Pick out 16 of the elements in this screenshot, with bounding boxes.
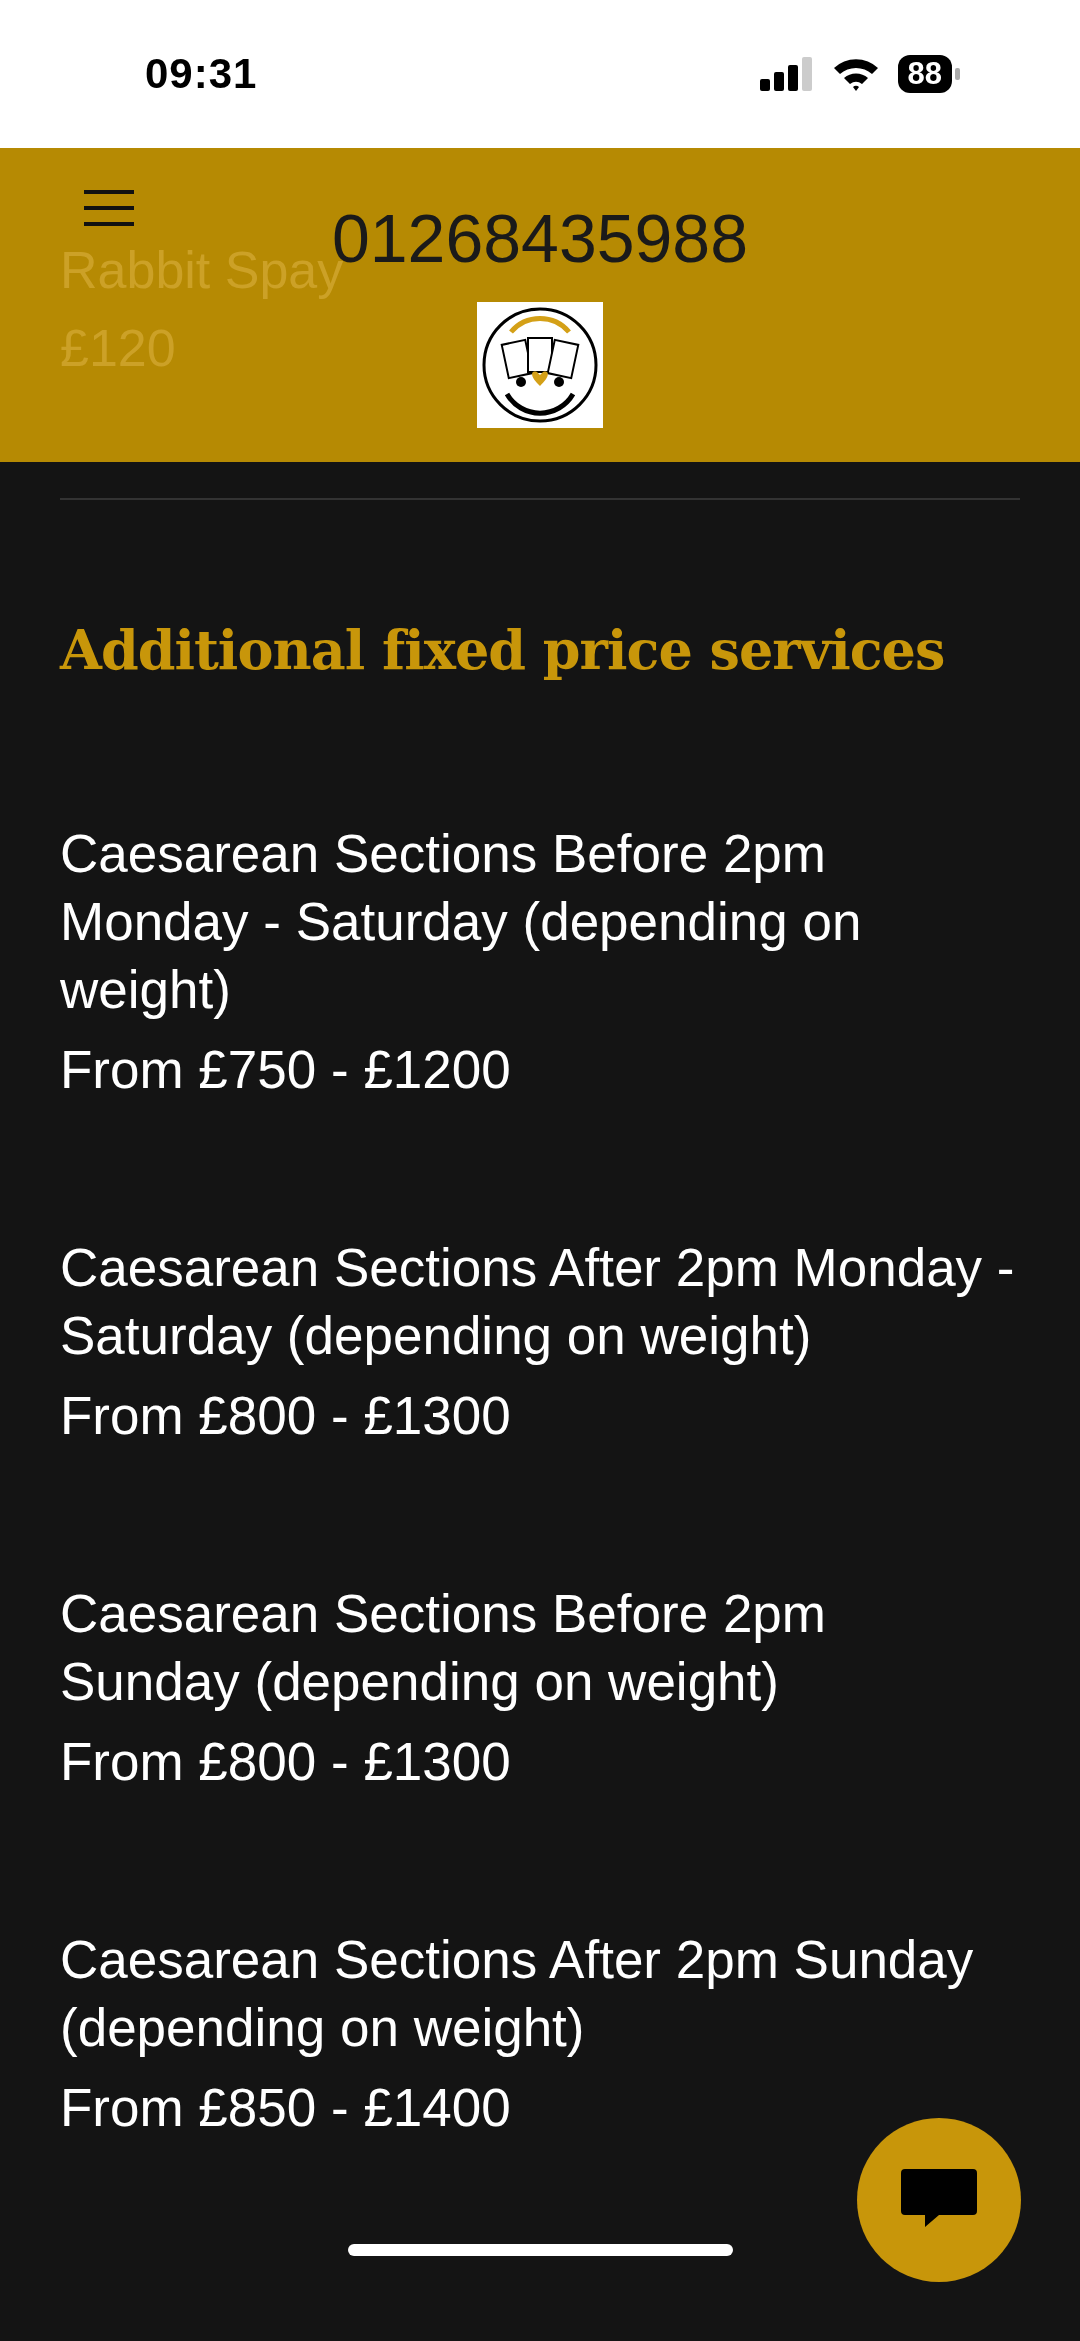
service-price: From £750 - £1200 <box>60 1039 512 1101</box>
service-price: From £800 - £1300 <box>60 1731 512 1793</box>
service-name: Caesarean Sections After 2pm Sunday (depending on weight) <box>60 1929 975 2059</box>
service-name: Caesarean Sections After 2pm Monday - Saturday (depending on weight) <box>60 1237 1016 1367</box>
battery-level: 88 <box>897 55 952 93</box>
status-time: 09:31 <box>145 50 258 98</box>
logo-icon[interactable] <box>477 302 603 428</box>
battery-tip-icon <box>955 68 960 80</box>
menu-icon <box>84 188 134 228</box>
service-name: Caesarean Sections Before 2pm Monday - Saturday (depending on weight) <box>60 823 863 1021</box>
menu-button[interactable] <box>84 188 134 228</box>
service-price: From £850 - £1400 <box>60 2077 512 2139</box>
signal-icon <box>759 57 814 91</box>
section-title: Additional fixed price services <box>60 618 946 682</box>
service-price: From £800 - £1300 <box>60 1385 512 1447</box>
service-name: Caesarean Sections Before 2pm Sunday (depending on weight) <box>60 1583 827 1713</box>
